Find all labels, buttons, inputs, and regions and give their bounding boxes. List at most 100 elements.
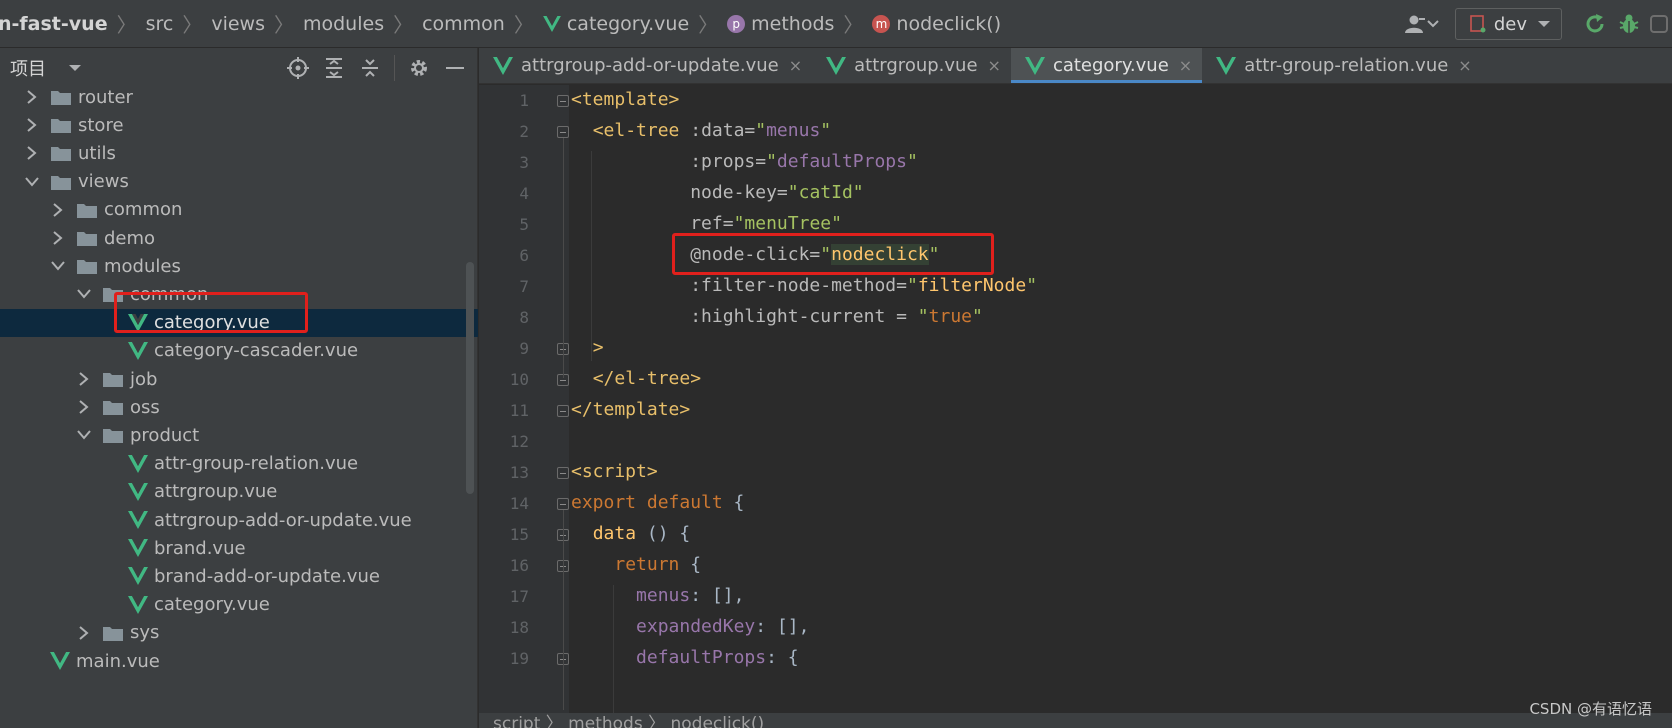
chevron-down-icon[interactable] [76,286,92,302]
tree-file[interactable]: attr-group-relation.vue [0,450,478,478]
folder-icon [77,203,97,218]
tree-folder[interactable]: modules [0,252,478,280]
chevron-right-icon[interactable] [50,230,66,246]
line-number: 9 [519,339,529,358]
breadcrumb-methods[interactable]: p methods [721,13,840,35]
breadcrumb-modules[interactable]: modules [297,13,390,35]
tree-folder[interactable]: sys [0,619,478,647]
chevron-right-icon[interactable] [24,117,40,133]
editor-gutter: 1 2 3 4 5 6 7 8 9 10 11 12 13 14 15 16 17 18 19 [479,85,569,713]
line-number: 4 [519,184,529,203]
line-number: 8 [519,308,529,327]
chevron-right-icon[interactable] [24,145,40,161]
tree-item-label: modules [104,255,181,277]
line-number: 5 [519,215,529,234]
chevron-right-icon[interactable] [76,625,92,641]
breadcrumb-views[interactable]: views [205,13,271,35]
tree-file[interactable]: category.vue [0,591,478,619]
chevron-right-icon[interactable] [24,89,40,105]
chevron-down-icon[interactable] [76,427,92,443]
tree-item-label: category-cascader.vue [154,340,359,362]
tree-folder[interactable]: router [0,83,478,111]
editor-tab[interactable]: category.vue × [1010,48,1203,83]
collapse-all-button[interactable] [352,51,388,85]
close-icon[interactable]: × [1179,56,1192,75]
fold-marker[interactable] [557,405,569,417]
tree-folder[interactable]: oss [0,393,478,421]
tree-folder[interactable]: common [0,196,478,224]
code-editor[interactable]: 1 2 3 4 5 6 7 8 9 10 11 12 13 14 15 16 17 18 19 <template>… [479,85,1672,713]
breadcrumb-common[interactable]: common [416,13,511,35]
breadcrumb-method[interactable]: m nodeclick() [866,13,1007,35]
tree-folder[interactable]: utils [0,139,478,167]
tree-folder[interactable]: job [0,365,478,393]
fold-marker[interactable] [557,126,569,138]
line-number: 2 [519,122,529,141]
vue-file-icon [493,56,513,75]
folder-icon [103,626,123,641]
close-icon[interactable]: × [988,56,1001,75]
tree-file[interactable]: category-cascader.vue [0,337,478,365]
editor-tab-label: attrgroup-add-or-update.vue [521,55,779,76]
vue-file-icon [128,567,148,586]
tree-file[interactable]: brand-add-or-update.vue [0,562,478,590]
editor-tab[interactable]: attr-group-relation.vue × [1202,48,1482,83]
tree-item-label: brand-add-or-update.vue [154,565,380,587]
chevron-right-icon[interactable] [76,371,92,387]
rerun-button[interactable] [1578,7,1612,41]
minimize-icon [446,67,464,69]
code-line: ref="menuTree" [690,213,842,234]
tree-item-label: views [78,171,129,193]
chevron-down-icon[interactable] [50,258,66,274]
user-menu[interactable] [1404,14,1439,34]
chevron-down-icon[interactable] [24,174,40,190]
editor-breadcrumb-text[interactable]: script 〉 methods 〉 nodeclick() [493,713,764,728]
close-icon[interactable]: × [789,56,802,75]
chevron-right-icon[interactable] [76,399,92,415]
tree-scrollbar[interactable] [466,262,474,494]
breadcrumb-src[interactable]: src [140,13,180,35]
tree-item-label: attrgroup.vue [154,481,278,503]
code-line: node-key="catId" [690,182,864,203]
close-icon[interactable]: × [1458,56,1471,75]
breadcrumb-method-label: nodeclick() [896,12,1002,35]
locate-file-button[interactable] [280,51,316,85]
folder-icon [103,373,123,387]
debug-button[interactable] [1612,7,1646,41]
tree-item-label: brand.vue [154,537,246,559]
chevron-down-icon[interactable] [68,64,82,72]
breadcrumb-separator: 〉 [182,13,203,37]
tree-folder[interactable]: views [0,168,478,196]
tree-folder[interactable]: demo [0,224,478,252]
tree-folder[interactable]: product [0,421,478,449]
code-line: :highlight-current = "true" [690,306,983,327]
breadcrumb-file[interactable]: category.vue [537,13,695,35]
breadcrumb-project[interactable]: n-fast-vue [0,13,114,35]
run-config-select[interactable]: dev [1454,8,1562,40]
editor-tab[interactable]: attrgroup-add-or-update.vue × [479,48,812,83]
navigation-bar: n-fast-vue 〉 src 〉 views 〉 modules 〉 com… [0,0,1672,48]
tree-file[interactable]: attrgroup.vue [0,478,478,506]
fold-line [563,138,564,378]
folder-icon [77,260,97,275]
tree-file[interactable]: brand.vue [0,534,478,562]
expand-all-button[interactable] [316,51,352,85]
fold-marker[interactable] [557,467,569,479]
bug-icon [1619,14,1639,33]
settings-button[interactable] [401,51,437,85]
crosshair-icon [287,57,309,79]
editor-tab[interactable]: attrgroup.vue × [812,48,1011,83]
tree-file[interactable]: attrgroup-add-or-update.vue [0,506,478,534]
hide-panel-button[interactable] [437,51,473,85]
code-line: menus: [], [636,585,745,606]
vue-file-icon [1024,56,1045,75]
fold-marker[interactable] [557,95,569,107]
highlight-box-code [672,233,994,275]
fold-marker[interactable] [557,498,569,510]
coverage-button[interactable] [1646,7,1672,41]
chevron-right-icon[interactable] [50,202,66,218]
project-panel-title[interactable]: 项目 [10,55,46,81]
tree-file[interactable]: main.vue [0,647,478,675]
tree-folder[interactable]: store [0,111,478,139]
toolbar-right: dev [1404,0,1672,48]
